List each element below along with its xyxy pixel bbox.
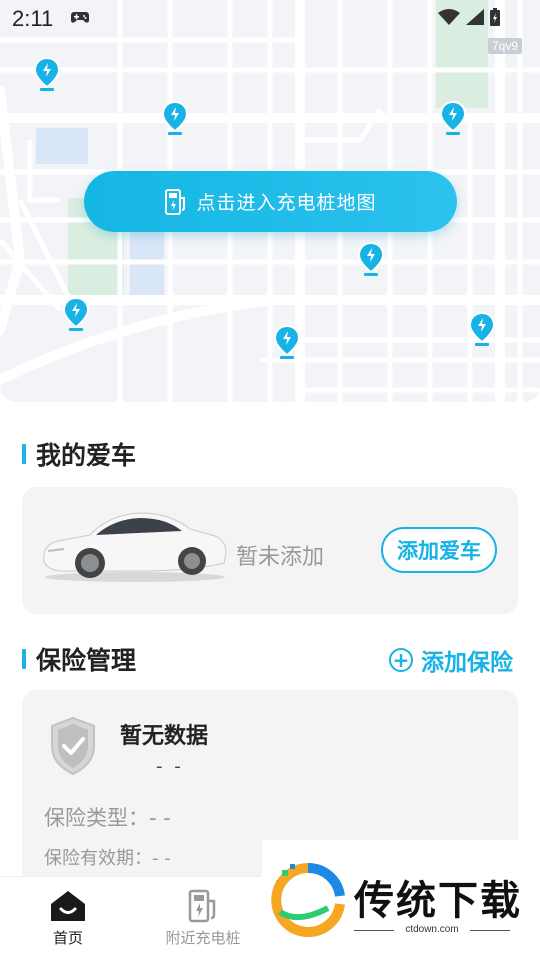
open-charging-map-button[interactable]: 点击进入充电桩地图 — [84, 171, 457, 232]
my-car-title: 我的爱车 — [36, 441, 137, 470]
status-time: 2:11 — [12, 6, 54, 31]
charging-station-pin[interactable] — [468, 311, 496, 346]
section-accent-bar — [22, 444, 26, 464]
charging-station-pin[interactable] — [357, 241, 385, 276]
car-image — [40, 505, 230, 589]
insurance-card-subtitle: - - — [156, 756, 184, 777]
home-icon — [50, 889, 86, 923]
charging-pile-icon — [164, 188, 188, 216]
insurance-validity: 保险有效期：- - — [44, 848, 171, 869]
my-car-section-title: 我的爱车 — [22, 436, 136, 472]
add-car-button[interactable]: 添加爱车 — [381, 527, 497, 573]
tab-home[interactable]: 首页 — [8, 877, 128, 960]
section-accent-bar — [22, 649, 26, 669]
charging-map[interactable]: 7qv9 点击进入充电桩地图 — [0, 0, 540, 402]
tab-home-label: 首页 — [52, 929, 83, 947]
add-insurance-label: 添加保险 — [421, 650, 513, 676]
gamepad-icon — [70, 10, 90, 29]
wifi-icon — [438, 9, 460, 29]
charging-station-pin[interactable] — [439, 100, 467, 135]
charging-pile-icon — [188, 889, 218, 923]
charging-station-pin[interactable] — [33, 56, 61, 91]
tab-nearby-charging-label: 附近充电桩 — [165, 929, 241, 947]
charging-station-pin[interactable] — [273, 324, 301, 359]
watermark-sub: ctdown.com — [354, 924, 510, 935]
charging-station-pin[interactable] — [161, 100, 189, 135]
map-tag: 7qv9 — [488, 38, 523, 54]
charging-station-pin[interactable] — [62, 296, 90, 331]
insurance-title: 保险管理 — [36, 646, 137, 675]
shield-icon — [48, 716, 98, 780]
insurance-type: 保险类型：- - — [44, 806, 171, 830]
status-bar: 2:11 — [0, 0, 540, 36]
my-car-card: 暂未添加 添加爱车 — [22, 487, 518, 614]
tab-nearby-charging[interactable]: 附近充电桩 — [143, 877, 263, 960]
watermark-text: 传统下载 — [354, 878, 522, 924]
signal-icon — [466, 9, 484, 29]
watermark-logo-icon — [268, 862, 348, 942]
insurance-section-title: 保险管理 — [22, 641, 136, 677]
battery-icon — [490, 8, 500, 30]
insurance-card-title: 暂无数据 — [120, 724, 209, 749]
watermark: 传统下载 ctdown.com — [262, 840, 540, 960]
car-status-text: 暂未添加 — [236, 545, 325, 570]
add-insurance-button[interactable]: + 添加保险 — [389, 643, 513, 677]
open-charging-map-label: 点击进入充电桩地图 — [196, 192, 377, 214]
plus-circle-icon: + — [389, 648, 413, 672]
